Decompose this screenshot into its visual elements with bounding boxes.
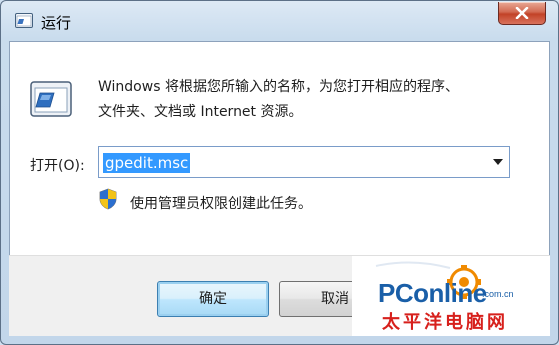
open-combobox[interactable]: gpedit.msc	[98, 146, 510, 178]
uac-shield-icon	[98, 188, 118, 214]
ok-button[interactable]: 确定	[157, 281, 269, 317]
admin-privilege-note: 使用管理员权限创建此任务。	[130, 196, 312, 212]
open-label: 打开(O):	[30, 158, 85, 174]
run-description: Windows 将根据您所输入的名称，为您打开相应的程序、 文件夹、文档或 In…	[98, 75, 528, 125]
pconline-watermark: PConline .com.cn 太平洋电脑网	[352, 256, 550, 336]
description-line-2: 文件夹、文档或 Internet 资源。	[98, 104, 303, 120]
run-program-icon	[30, 80, 74, 124]
watermark-chinese: 太平洋电脑网	[382, 312, 508, 333]
run-title-icon	[15, 13, 33, 28]
watermark-brand: PConline	[378, 278, 487, 309]
window-title: 运行	[41, 14, 72, 32]
dialog-footer: 确定 取消 PConline .com.cn 太平洋电脑网	[9, 255, 550, 336]
description-line-1: Windows 将根据您所输入的名称，为您打开相应的程序、	[98, 79, 459, 95]
open-input-value[interactable]: gpedit.msc	[103, 153, 191, 173]
run-dialog: 运行 Windows 将根据您所输入的名称，为您打开相应的程序、 文件夹、文档或…	[0, 0, 559, 345]
watermark-domain: .com.cn	[482, 289, 514, 299]
title-bar[interactable]: 运行	[1, 1, 558, 41]
watermark-brand-text: PConline	[378, 278, 487, 308]
chevron-down-icon[interactable]	[493, 159, 503, 165]
close-icon	[515, 7, 529, 19]
close-button[interactable]	[498, 2, 546, 25]
